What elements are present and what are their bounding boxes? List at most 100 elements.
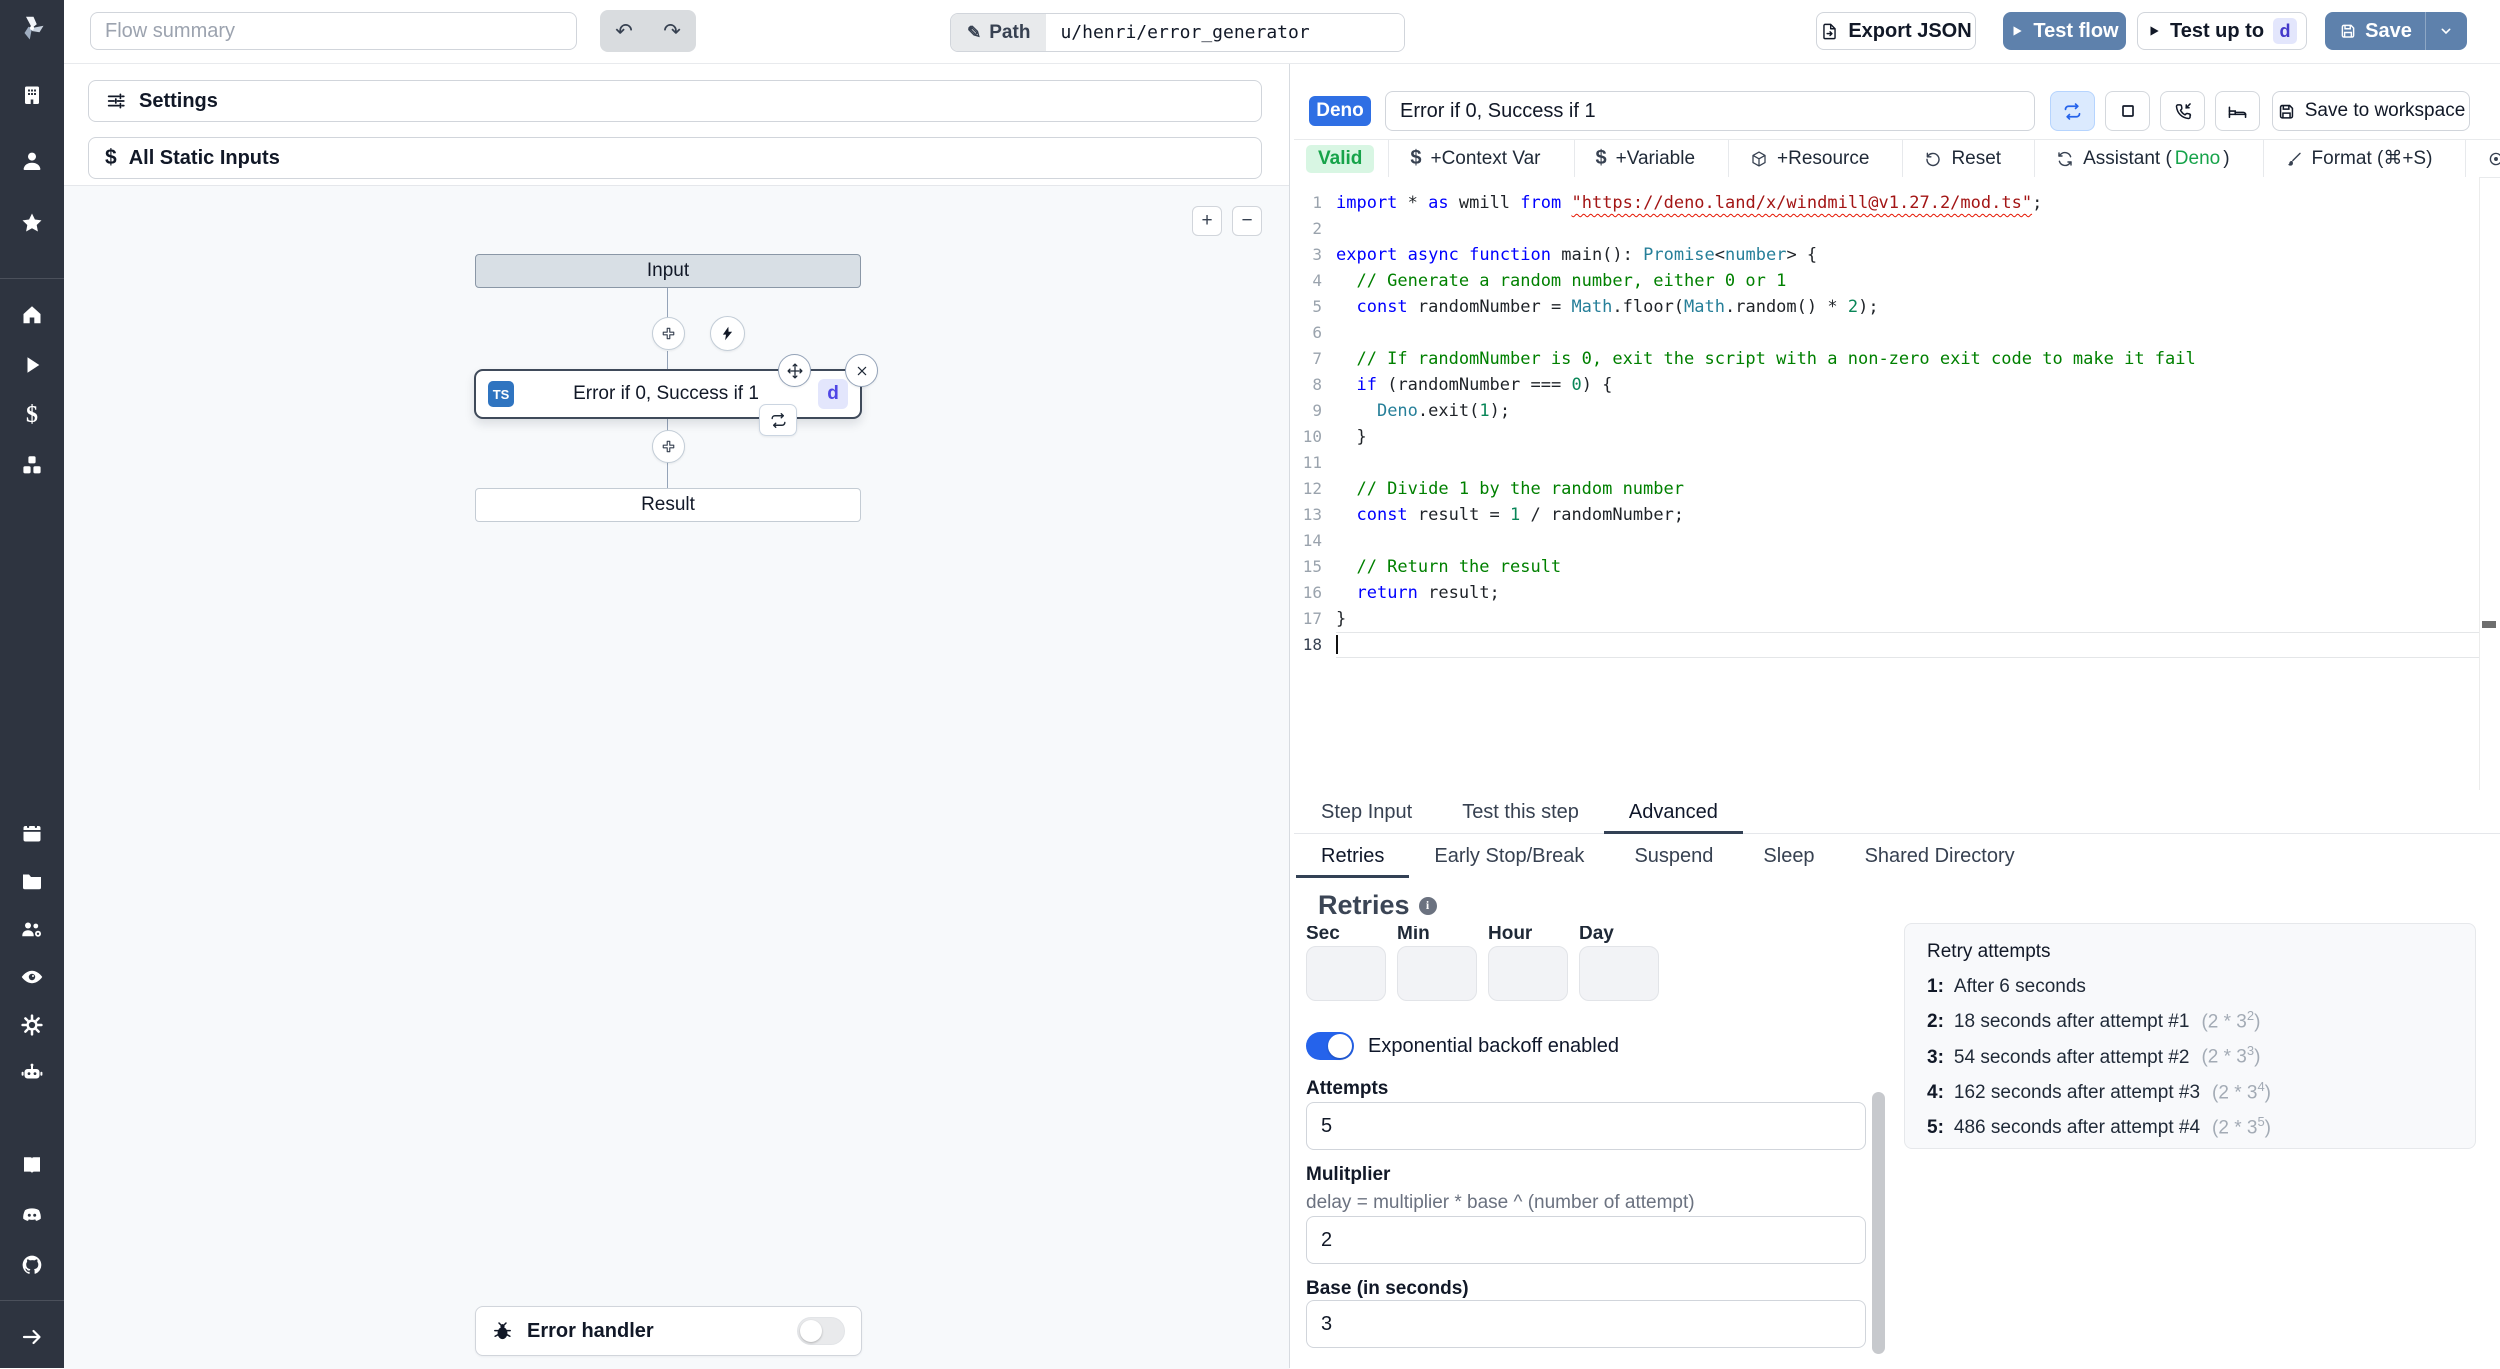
- variables-dollar-icon[interactable]: $: [19, 402, 45, 428]
- code-line[interactable]: 11: [1294, 450, 2479, 476]
- code-line[interactable]: 3 export async function main(): Promise<n…: [1294, 242, 2479, 268]
- retries-scrollbar[interactable]: [1872, 1092, 1885, 1354]
- sec-input[interactable]: [1306, 946, 1386, 1001]
- error-handler-toggle[interactable]: [797, 1317, 845, 1345]
- editor-scrollbar-gutter[interactable]: [2479, 177, 2480, 790]
- folders-icon[interactable]: [19, 868, 45, 894]
- code-line[interactable]: 2: [1294, 216, 2479, 242]
- schedules-calendar-icon[interactable]: [19, 820, 45, 846]
- save-button[interactable]: Save: [2326, 12, 2425, 50]
- subtab-retries[interactable]: Retries: [1296, 834, 1410, 878]
- exponential-backoff-toggle[interactable]: [1306, 1032, 1354, 1060]
- save-dropdown-button[interactable]: [2426, 12, 2466, 50]
- code-line[interactable]: 10 }: [1294, 424, 2479, 450]
- code-line[interactable]: 16 return result;: [1294, 580, 2479, 606]
- home-icon[interactable]: [19, 302, 45, 328]
- subtab-suspend[interactable]: Suspend: [1609, 834, 1738, 878]
- toolbar-item-reset[interactable]: Reset: [1902, 140, 2022, 177]
- favorites-star-icon[interactable]: [19, 210, 45, 236]
- code-editor[interactable]: 1 import * as wmill from "https://deno.la…: [1294, 177, 2479, 803]
- code-line[interactable]: 15 // Return the result: [1294, 554, 2479, 580]
- suspend-phone-icon-button[interactable]: [2160, 91, 2205, 131]
- toolbar-item-resource[interactable]: +Resource: [1728, 140, 1890, 177]
- step-title-input[interactable]: [1385, 91, 2035, 131]
- retry-indicator-button[interactable]: [759, 404, 797, 436]
- sleep-bed-icon-button[interactable]: [2215, 91, 2260, 131]
- path-value-input[interactable]: u/henri/error_generator: [1046, 14, 1405, 51]
- collapse-arrow-icon[interactable]: [19, 1324, 45, 1350]
- add-step-button[interactable]: [652, 317, 685, 350]
- undo-button[interactable]: ↶: [600, 10, 648, 52]
- toolbar-item-context-var[interactable]: $ +Context Var: [1388, 140, 1561, 177]
- input-node[interactable]: Input: [475, 254, 861, 288]
- organization-icon[interactable]: [19, 82, 45, 108]
- add-step-button[interactable]: [652, 430, 685, 463]
- code-line[interactable]: 9 Deno.exit(1);: [1294, 398, 2479, 424]
- test-up-to-button[interactable]: Test up to d: [2137, 12, 2307, 50]
- all-static-inputs-button[interactable]: $ All Static Inputs: [88, 137, 1262, 179]
- code-line[interactable]: 18: [1294, 632, 2479, 658]
- tab-test-this-step[interactable]: Test this step: [1437, 791, 1604, 833]
- trigger-bolt-button[interactable]: [710, 316, 745, 351]
- github-icon[interactable]: [19, 1252, 45, 1278]
- toolbar-item-assistant[interactable]: Assistant (Deno): [2034, 140, 2250, 177]
- toolbar-item-explore-other-s[interactable]: Explore other s: [2465, 140, 2500, 177]
- sidebar-divider: [0, 278, 64, 279]
- delete-step-button[interactable]: [845, 354, 878, 387]
- move-step-button[interactable]: [778, 354, 811, 387]
- flow-settings-button[interactable]: Settings: [88, 80, 1262, 122]
- workspace-settings-gear-icon[interactable]: [19, 1012, 45, 1038]
- error-handler-row[interactable]: Error handler: [475, 1306, 862, 1356]
- code-line[interactable]: 4 // Generate a random number, either 0 …: [1294, 268, 2479, 294]
- chevron-down-icon: [2438, 23, 2454, 39]
- docs-book-icon[interactable]: [19, 1152, 45, 1178]
- redo-button[interactable]: ↷: [648, 10, 696, 52]
- attempts-input[interactable]: [1306, 1102, 1866, 1150]
- code-line[interactable]: 17}: [1294, 606, 2479, 632]
- zoom-in-button[interactable]: +: [1192, 206, 1222, 236]
- workers-robot-icon[interactable]: [19, 1060, 45, 1086]
- result-node[interactable]: Result: [475, 488, 861, 522]
- resources-cubes-icon[interactable]: [19, 452, 45, 478]
- runs-play-icon[interactable]: [19, 352, 45, 378]
- code-line[interactable]: 13 const result = 1 / randomNumber;: [1294, 502, 2479, 528]
- code-line[interactable]: 5 const randomNumber = Math.floor(Math.r…: [1294, 294, 2479, 320]
- dollar-icon: $: [105, 146, 117, 169]
- min-input[interactable]: [1397, 946, 1477, 1001]
- flow-summary-input[interactable]: [90, 12, 577, 50]
- day-input[interactable]: [1579, 946, 1659, 1001]
- base-seconds-input[interactable]: [1306, 1300, 1866, 1348]
- export-json-button[interactable]: Export JSON: [1816, 12, 1976, 50]
- tab-step-input[interactable]: Step Input: [1296, 791, 1437, 833]
- windmill-logo-icon[interactable]: [17, 13, 47, 43]
- code-line[interactable]: 7 // If randomNumber is 0, exit the scri…: [1294, 346, 2479, 372]
- subtab-shared-directory[interactable]: Shared Directory: [1840, 834, 2040, 878]
- subtab-early-stop[interactable]: Early Stop/Break: [1409, 834, 1609, 878]
- flow-canvas[interactable]: + − Input TS Error if 0, Success if 1 d: [64, 185, 1290, 1369]
- toolbar-item-variable[interactable]: $ +Variable: [1573, 140, 1717, 177]
- code-line[interactable]: 6: [1294, 320, 2479, 346]
- toolbar-item-format-s[interactable]: Format (⌘+S): [2262, 140, 2454, 177]
- zoom-out-button[interactable]: −: [1232, 206, 1262, 236]
- retries-toggle-button[interactable]: [2050, 91, 2095, 131]
- code-line[interactable]: 14: [1294, 528, 2479, 554]
- discord-icon[interactable]: [19, 1202, 45, 1228]
- code-line[interactable]: 8 if (randomNumber === 0) {: [1294, 372, 2479, 398]
- user-icon[interactable]: [19, 148, 45, 174]
- panel-splitter[interactable]: [1289, 63, 1290, 1368]
- groups-users-icon[interactable]: [19, 916, 45, 942]
- code-line[interactable]: 1 import * as wmill from "https://deno.la…: [1294, 190, 2479, 216]
- editor-toolbar: Valid $ +Context Var $ +Variable +Resource Re…: [1294, 139, 2500, 178]
- save-to-workspace-button[interactable]: Save to workspace: [2272, 91, 2470, 131]
- multiplier-input[interactable]: [1306, 1216, 1866, 1264]
- early-stop-button[interactable]: [2105, 91, 2150, 131]
- valid-status-badge: Valid: [1306, 144, 1375, 173]
- step-node-title: Error if 0, Success if 1: [573, 383, 759, 404]
- info-icon[interactable]: i: [1418, 896, 1437, 915]
- test-flow-button[interactable]: Test flow: [2003, 12, 2126, 50]
- tab-advanced[interactable]: Advanced: [1603, 791, 1743, 834]
- code-line[interactable]: 12 // Divide 1 by the random number: [1294, 476, 2479, 502]
- subtab-sleep[interactable]: Sleep: [1738, 834, 1839, 878]
- audit-logs-eye-icon[interactable]: [19, 964, 45, 990]
- hour-input[interactable]: [1488, 946, 1568, 1001]
